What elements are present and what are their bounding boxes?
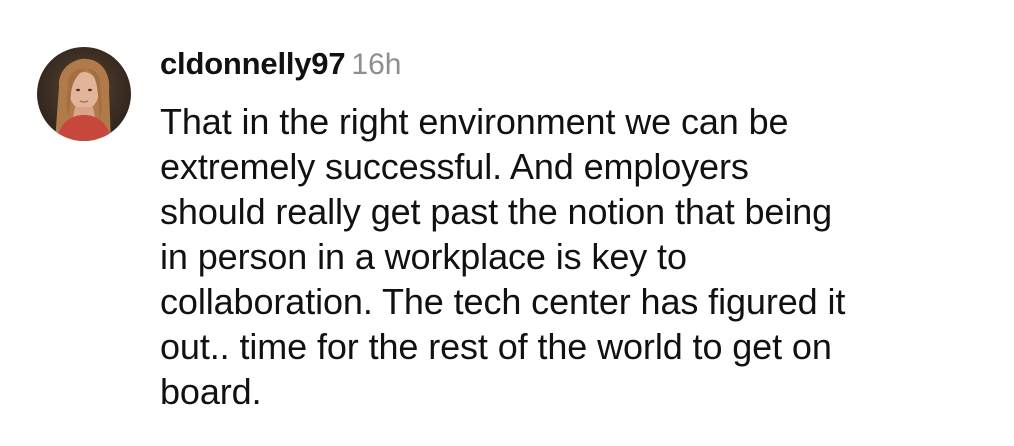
comment-header: cldonnelly97 16h	[160, 46, 401, 90]
comment-text-line: That in the right environment we can be	[160, 101, 789, 142]
comment-text-line: in person in a workplace is key to	[160, 236, 687, 277]
comment-text-line: out.. time for the rest of the world to …	[160, 326, 832, 367]
timestamp: 16h	[351, 48, 402, 81]
username-link[interactable]: cldonnelly97	[160, 46, 346, 81]
comment-text-line: collaboration. The tech center has figur…	[160, 281, 846, 322]
comment-text-line: should really get past the notion that b…	[160, 191, 833, 232]
comment-text-line: extremely successful. And employers	[160, 146, 749, 187]
profile-photo-icon	[37, 47, 131, 141]
avatar[interactable]	[37, 47, 131, 141]
comment-body: That in the right environment we can be …	[160, 99, 1010, 414]
comment-text-line: board.	[160, 371, 262, 412]
comment: cldonnelly97 16h That in the right enviro…	[0, 0, 1014, 446]
